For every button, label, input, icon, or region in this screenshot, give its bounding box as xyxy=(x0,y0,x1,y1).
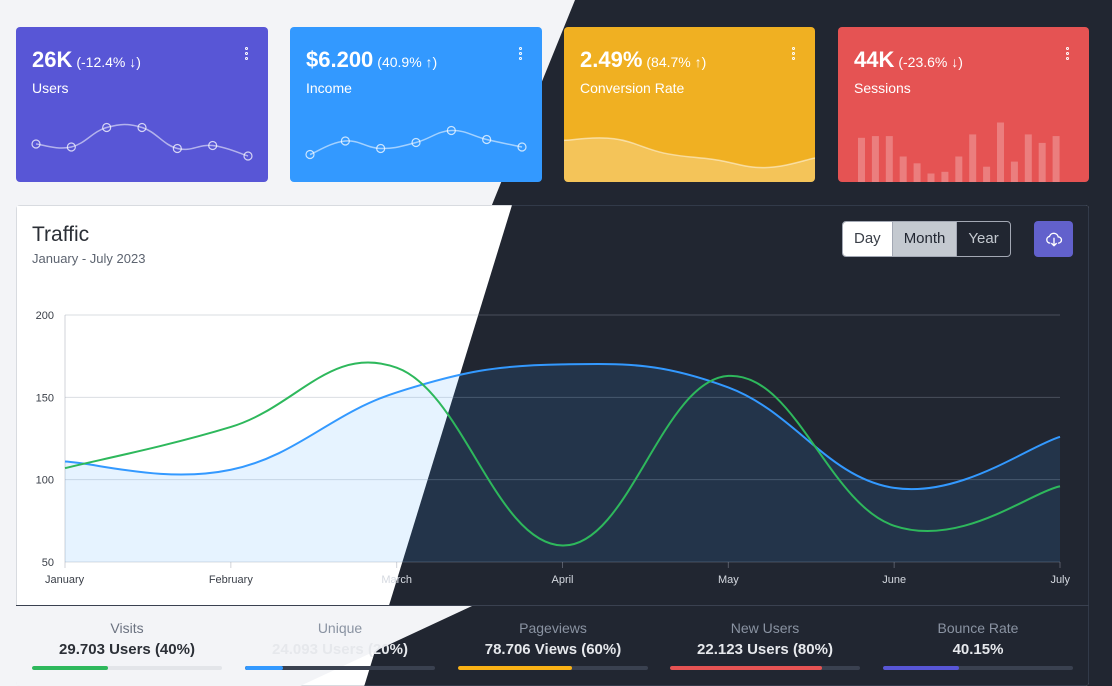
widget-change: (-12.4% ↓) xyxy=(76,54,141,70)
users-widget: 26K (-12.4% ↓) Users xyxy=(16,27,268,182)
widget-value: 26K xyxy=(32,47,73,72)
cloud-download-icon xyxy=(1045,232,1062,247)
stat-value: 40.15% xyxy=(952,641,1004,658)
progress-bar xyxy=(670,666,860,670)
card-subtitle: January - July 2023 xyxy=(32,251,146,266)
traffic-line-chart: 50 100 150 200 January February March April May J… xyxy=(36,310,1071,586)
stat-label: Pageviews xyxy=(519,620,587,636)
period-year-button[interactable]: Year xyxy=(957,222,1009,256)
period-day-button[interactable]: Day xyxy=(843,222,893,256)
sparkline-bar xyxy=(899,156,907,182)
traffic-stats-footer: Visits 29.703 Users (40%) Unique 24.093 … xyxy=(16,605,1089,686)
widget-value: 44K xyxy=(854,47,895,72)
stat-label: Visits xyxy=(110,620,144,636)
sparkline-area xyxy=(564,137,815,182)
stat-unique: Unique 24.093 Users (20%) xyxy=(245,620,435,670)
sessions-widget: 44K (-23.6% ↓) Sessions xyxy=(838,27,1089,182)
widget-title: Users xyxy=(32,80,69,96)
stat-value: 22.123 Users (80%) xyxy=(697,641,833,658)
users-sparkline xyxy=(31,122,253,161)
x-tick-label: April xyxy=(551,574,573,586)
sparkline-bar xyxy=(871,136,879,182)
sparkline-path xyxy=(35,123,249,157)
x-tick-label: July xyxy=(1050,574,1070,586)
progress-bar xyxy=(883,666,1073,670)
widget-value: 2.49% xyxy=(580,47,643,72)
y-tick-label: 200 xyxy=(36,310,54,322)
sparkline-bar xyxy=(1024,134,1032,182)
card-title: Traffic xyxy=(32,223,90,246)
traffic-card: Traffic January - July 2023 Day Month Ye… xyxy=(16,205,1089,686)
stat-value: 24.093 Users (20%) xyxy=(272,641,408,658)
sparkline-bar xyxy=(955,156,963,182)
conversion-rate-widget: 2.49% (84.7% ↑) Conversion Rate xyxy=(564,27,815,182)
stat-label: Bounce Rate xyxy=(937,620,1019,636)
widget-title: Conversion Rate xyxy=(580,80,685,96)
more-vertical-icon[interactable] xyxy=(514,47,526,65)
y-tick-label: 100 xyxy=(36,475,54,487)
sparkline-bar xyxy=(983,166,991,182)
conversion-area-sparkline xyxy=(564,137,815,182)
sparkline-bar xyxy=(885,136,893,182)
stat-label: Unique xyxy=(317,620,363,636)
sparkline-bar xyxy=(1010,161,1018,182)
period-toggle: Day Month Year xyxy=(842,221,1011,257)
more-vertical-icon[interactable] xyxy=(787,47,799,65)
sparkline-bar xyxy=(997,122,1004,182)
sparkline-bar xyxy=(1038,142,1046,182)
widget-title: Sessions xyxy=(854,80,911,96)
y-tick-label: 50 xyxy=(42,557,54,569)
period-month-button[interactable]: Month xyxy=(892,222,958,256)
sparkline-bar xyxy=(927,173,935,182)
stat-label: New Users xyxy=(730,620,800,636)
widget-value: $6.200 xyxy=(306,47,374,72)
x-tick-label: January xyxy=(45,574,85,586)
x-tick-label: May xyxy=(718,574,739,586)
sparkline-bar xyxy=(858,137,865,182)
widget-title: Income xyxy=(306,80,352,96)
stat-value: 29.703 Users (40%) xyxy=(59,641,195,658)
progress-bar xyxy=(32,666,222,670)
sparkline-bar xyxy=(913,163,921,182)
stat-value: 78.706 Views (60%) xyxy=(484,641,622,658)
sparkline-bar xyxy=(941,171,949,182)
stat-visits: Visits 29.703 Users (40%) xyxy=(32,620,222,670)
series-1-area xyxy=(65,364,1060,562)
widget-change: (-23.6% ↓) xyxy=(898,54,963,70)
stat-bounce-rate: Bounce Rate 40.15% xyxy=(883,620,1073,670)
x-tick-label: March xyxy=(381,574,412,586)
sessions-bar-sparkline xyxy=(858,122,1060,182)
x-tick-label: February xyxy=(209,574,254,586)
sparkline-bar xyxy=(969,134,977,182)
progress-bar xyxy=(458,666,648,670)
progress-bar xyxy=(245,666,435,670)
income-sparkline xyxy=(305,125,527,160)
x-tick-label: June xyxy=(882,574,906,586)
stat-pageviews: Pageviews 78.706 Views (60%) xyxy=(458,620,648,670)
download-button[interactable] xyxy=(1034,221,1073,257)
more-vertical-icon[interactable] xyxy=(240,47,252,65)
y-tick-label: 150 xyxy=(36,392,54,404)
widget-change: (84.7% ↑) xyxy=(646,54,707,70)
income-widget: $6.200 (40.9% ↑) Income xyxy=(290,27,542,182)
widget-change: (40.9% ↑) xyxy=(377,54,438,70)
sparkline-bar xyxy=(1052,136,1060,182)
stat-new-users: New Users 22.123 Users (80%) xyxy=(670,620,860,670)
more-vertical-icon[interactable] xyxy=(1061,47,1073,65)
